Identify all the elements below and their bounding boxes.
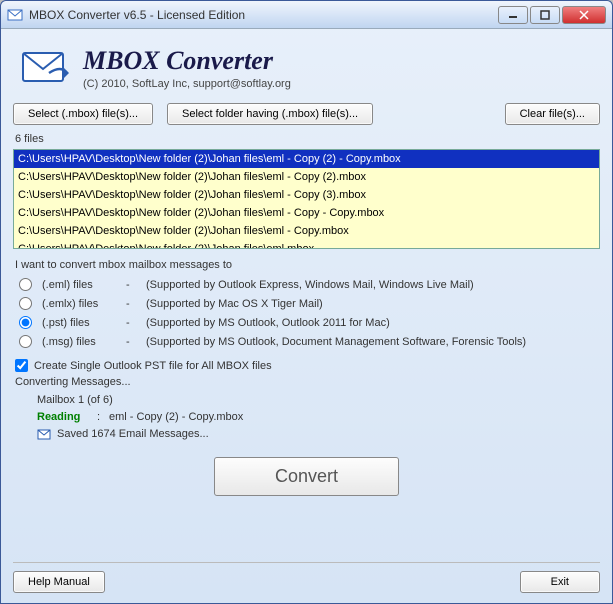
maximize-button[interactable] bbox=[530, 6, 560, 24]
radio-label: (.eml) files bbox=[42, 279, 120, 291]
select-folder-button[interactable]: Select folder having (.mbox) file(s)... bbox=[167, 103, 373, 125]
radio-emlx-input[interactable] bbox=[19, 297, 32, 310]
dash: - bbox=[126, 298, 140, 310]
file-list[interactable]: C:\Users\HPAV\Desktop\New folder (2)\Joh… bbox=[13, 149, 600, 249]
single-pst-checkbox-row[interactable]: Create Single Outlook PST file for All M… bbox=[15, 359, 598, 372]
toolbar: Select (.mbox) file(s)... Select folder … bbox=[13, 103, 600, 125]
window-controls bbox=[498, 6, 606, 24]
radio-pst[interactable]: (.pst) files - (Supported by MS Outlook,… bbox=[17, 313, 596, 332]
status-saved: Saved 1674 Email Messages... bbox=[57, 426, 209, 443]
status-mailbox: Mailbox 1 (of 6) bbox=[37, 392, 600, 409]
reading-sep: : bbox=[97, 409, 109, 426]
list-item[interactable]: C:\Users\HPAV\Desktop\New folder (2)\Joh… bbox=[14, 150, 599, 168]
header: MBOX Converter (C) 2010, SoftLay Inc, su… bbox=[13, 37, 600, 103]
checkbox-label: Create Single Outlook PST file for All M… bbox=[34, 360, 272, 372]
file-count: 6 files bbox=[15, 133, 598, 145]
clear-files-button[interactable]: Clear file(s)... bbox=[505, 103, 600, 125]
header-text: MBOX Converter (C) 2010, SoftLay Inc, su… bbox=[83, 46, 291, 90]
convert-to-label: I want to convert mbox mailbox messages … bbox=[15, 259, 598, 271]
radio-msg[interactable]: (.msg) files - (Supported by MS Outlook,… bbox=[17, 332, 596, 351]
help-manual-button[interactable]: Help Manual bbox=[13, 571, 105, 593]
dash: - bbox=[126, 279, 140, 291]
radio-msg-input[interactable] bbox=[19, 335, 32, 348]
format-radio-group: (.eml) files - (Supported by Outlook Exp… bbox=[17, 275, 596, 351]
list-item[interactable]: C:\Users\HPAV\Desktop\New folder (2)\Joh… bbox=[14, 222, 599, 240]
exit-button[interactable]: Exit bbox=[520, 571, 600, 593]
radio-desc: (Supported by Outlook Express, Windows M… bbox=[146, 279, 596, 291]
app-subtitle: (C) 2010, SoftLay Inc, support@softlay.o… bbox=[83, 78, 291, 90]
spacer bbox=[387, 103, 490, 125]
envelope-icon bbox=[17, 43, 73, 93]
radio-desc: (Supported by MS Outlook, Document Manag… bbox=[146, 336, 596, 348]
status-heading: Converting Messages... bbox=[15, 376, 598, 388]
list-item[interactable]: C:\Users\HPAV\Desktop\New folder (2)\Joh… bbox=[14, 186, 599, 204]
app-title: MBOX Converter bbox=[83, 46, 291, 76]
content-area: MBOX Converter (C) 2010, SoftLay Inc, su… bbox=[1, 29, 612, 516]
status-reading: Reading : eml - Copy (2) - Copy.mbox bbox=[37, 409, 600, 426]
dash: - bbox=[126, 317, 140, 329]
radio-pst-input[interactable] bbox=[19, 316, 32, 329]
app-window: MBOX Converter v6.5 - Licensed Edition M… bbox=[0, 0, 613, 604]
status-detail: Mailbox 1 (of 6) Reading : eml - Copy (2… bbox=[37, 392, 600, 443]
list-item[interactable]: C:\Users\HPAV\Desktop\New folder (2)\Joh… bbox=[14, 240, 599, 249]
titlebar[interactable]: MBOX Converter v6.5 - Licensed Edition bbox=[1, 1, 612, 29]
radio-label: (.emlx) files bbox=[42, 298, 120, 310]
spacer bbox=[105, 571, 520, 593]
convert-button[interactable]: Convert bbox=[214, 457, 399, 496]
list-item[interactable]: C:\Users\HPAV\Desktop\New folder (2)\Joh… bbox=[14, 204, 599, 222]
radio-emlx[interactable]: (.emlx) files - (Supported by Mac OS X T… bbox=[17, 294, 596, 313]
status-saved-row: Saved 1674 Email Messages... bbox=[37, 426, 600, 443]
radio-eml[interactable]: (.eml) files - (Supported by Outlook Exp… bbox=[17, 275, 596, 294]
app-icon bbox=[7, 7, 23, 23]
close-button[interactable] bbox=[562, 6, 606, 24]
radio-label: (.msg) files bbox=[42, 336, 120, 348]
radio-desc: (Supported by Mac OS X Tiger Mail) bbox=[146, 298, 596, 310]
radio-label: (.pst) files bbox=[42, 317, 120, 329]
envelope-small-icon bbox=[37, 429, 51, 441]
radio-eml-input[interactable] bbox=[19, 278, 32, 291]
reading-file: eml - Copy (2) - Copy.mbox bbox=[109, 409, 243, 426]
radio-desc: (Supported by MS Outlook, Outlook 2011 f… bbox=[146, 317, 596, 329]
dash: - bbox=[126, 336, 140, 348]
list-item[interactable]: C:\Users\HPAV\Desktop\New folder (2)\Joh… bbox=[14, 168, 599, 186]
single-pst-checkbox[interactable] bbox=[15, 359, 28, 372]
footer: Help Manual Exit bbox=[13, 562, 600, 593]
select-files-button[interactable]: Select (.mbox) file(s)... bbox=[13, 103, 153, 125]
convert-row: Convert bbox=[13, 457, 600, 496]
window-title: MBOX Converter v6.5 - Licensed Edition bbox=[29, 8, 498, 22]
minimize-button[interactable] bbox=[498, 6, 528, 24]
reading-label: Reading bbox=[37, 409, 97, 426]
